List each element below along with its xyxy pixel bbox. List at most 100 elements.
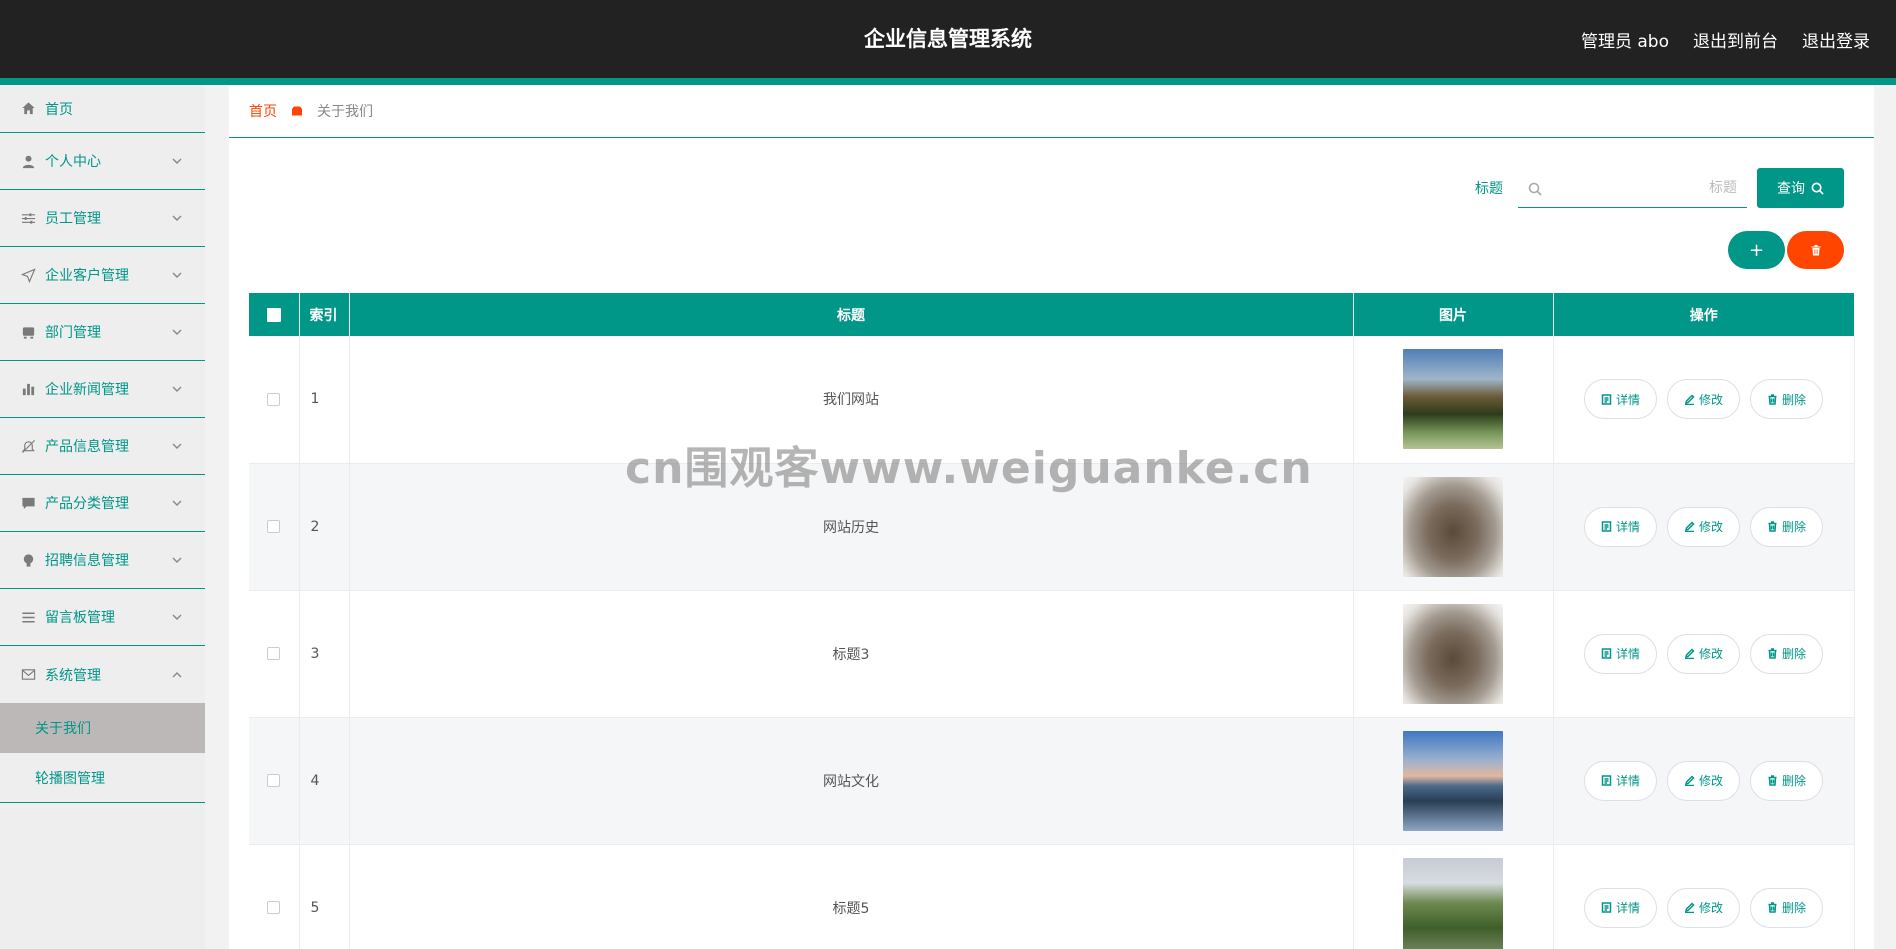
pencil-icon <box>1684 394 1695 405</box>
table-actions: + <box>1728 231 1844 269</box>
main-content: 首页 关于我们 标题 查询 + 索引 标题 图片 <box>229 85 1874 949</box>
batch-delete-button[interactable] <box>1787 231 1844 269</box>
chevron-down-icon <box>171 611 183 623</box>
delete-label: 删除 <box>1782 520 1807 534</box>
row-actions: 详情 修改 删除 <box>1553 717 1855 845</box>
document-icon <box>1601 521 1612 532</box>
row-image <box>1403 857 1503 949</box>
row-title: 网站历史 <box>349 463 1354 591</box>
delete-label: 删除 <box>1782 647 1807 661</box>
row-checkbox[interactable] <box>267 774 281 787</box>
edit-button[interactable]: 修改 <box>1666 633 1740 674</box>
delete-button[interactable]: 删除 <box>1750 633 1824 674</box>
sliders-icon <box>20 210 36 226</box>
sidebar-item-staff[interactable]: 员工管理 <box>0 190 205 247</box>
chevron-down-icon <box>171 440 183 452</box>
sidebar-item-label: 企业客户管理 <box>45 268 129 284</box>
sidebar-item-departments[interactable]: 部门管理 <box>0 304 205 361</box>
row-select-cell <box>249 463 300 591</box>
row-image <box>1403 349 1503 450</box>
add-button[interactable]: + <box>1728 231 1785 269</box>
delete-label: 删除 <box>1782 392 1807 407</box>
sidebar-item-home[interactable]: 首页 <box>0 85 205 133</box>
detail-button[interactable]: 详情 <box>1583 506 1657 547</box>
edit-label: 修改 <box>1698 774 1723 788</box>
document-icon <box>1601 648 1612 659</box>
table-header-row: 索引 标题 图片 操作 <box>249 293 1854 336</box>
delete-button[interactable]: 删除 <box>1750 760 1824 801</box>
sidebar-item-product-categories[interactable]: 产品分类管理 <box>0 475 205 532</box>
edit-button[interactable]: 修改 <box>1666 379 1740 420</box>
sidebar-item-label: 留言板管理 <box>45 610 115 626</box>
row-actions: 详情 修改 删除 <box>1553 590 1855 718</box>
list-icon <box>20 609 36 625</box>
select-all-checkbox[interactable] <box>266 307 281 322</box>
trash-icon <box>1768 521 1777 532</box>
row-select-cell <box>249 717 300 845</box>
sidebar-item-label: 首页 <box>45 101 73 118</box>
sidebar-item-label: 个人中心 <box>45 154 101 170</box>
delete-button[interactable]: 删除 <box>1750 887 1824 928</box>
pencil-icon <box>1684 521 1695 532</box>
edit-button[interactable]: 修改 <box>1666 760 1740 801</box>
row-select-cell <box>249 844 300 949</box>
trash-icon <box>1768 902 1777 913</box>
edit-button[interactable]: 修改 <box>1666 887 1740 928</box>
search-icon <box>1811 182 1824 195</box>
sidebar-item-products[interactable]: 产品信息管理 <box>0 418 205 475</box>
pencil-icon <box>1684 902 1695 913</box>
row-index: 3 <box>299 590 350 718</box>
row-checkbox[interactable] <box>267 392 281 406</box>
about-us-table: 索引 标题 图片 操作 1 我们网站 详情 修改 删除 2 网站历史 详情 修改… <box>249 293 1855 949</box>
chevron-up-icon <box>171 669 183 681</box>
row-title: 我们网站 <box>349 336 1354 464</box>
row-title: 标题3 <box>349 590 1354 718</box>
title-search-input[interactable] <box>1518 168 1747 207</box>
row-image-cell <box>1353 844 1554 949</box>
header-accent-bar <box>0 78 1896 85</box>
header-actions: 管理员 abo 退出到前台 退出登录 <box>1581 0 1870 78</box>
sidebar-item-recruitment[interactable]: 招聘信息管理 <box>0 532 205 589</box>
detail-label: 详情 <box>1615 520 1640 534</box>
logout-link[interactable]: 退出登录 <box>1802 27 1870 52</box>
table-row: 4 网站文化 详情 修改 删除 <box>249 717 1855 845</box>
row-index: 5 <box>299 844 350 949</box>
document-icon <box>1601 902 1612 913</box>
sidebar-item-customers[interactable]: 企业客户管理 <box>0 247 205 304</box>
chevron-down-icon <box>171 212 183 224</box>
row-checkbox[interactable] <box>267 901 281 914</box>
sidebar-item-message-board[interactable]: 留言板管理 <box>0 589 205 646</box>
admin-user[interactable]: 管理员 abo <box>1581 27 1669 52</box>
sidebar-subitem-about-us[interactable]: 关于我们 <box>0 703 205 753</box>
row-image <box>1403 476 1503 577</box>
delete-label: 删除 <box>1782 774 1807 788</box>
delete-button[interactable]: 删除 <box>1750 506 1824 547</box>
sidebar-item-label: 产品信息管理 <box>45 439 129 455</box>
detail-button[interactable]: 详情 <box>1583 760 1657 801</box>
mail-icon <box>20 667 36 683</box>
row-image <box>1403 730 1503 831</box>
table-row: 5 标题5 详情 修改 删除 <box>249 844 1855 949</box>
edit-label: 修改 <box>1698 901 1723 915</box>
exit-to-front-link[interactable]: 退出到前台 <box>1693 27 1778 52</box>
detail-button[interactable]: 详情 <box>1583 379 1657 420</box>
sidebar-item-label: 系统管理 <box>45 667 101 684</box>
row-checkbox[interactable] <box>267 647 281 660</box>
row-actions: 详情 修改 删除 <box>1553 463 1855 591</box>
sidebar-item-personal-center[interactable]: 个人中心 <box>0 133 205 190</box>
row-checkbox[interactable] <box>267 520 281 533</box>
box-icon <box>20 324 36 340</box>
document-icon <box>1601 394 1612 405</box>
edit-button[interactable]: 修改 <box>1666 506 1740 547</box>
breadcrumb-home[interactable]: 首页 <box>249 101 277 121</box>
detail-label: 详情 <box>1615 774 1640 788</box>
delete-button[interactable]: 删除 <box>1750 379 1824 420</box>
detail-button[interactable]: 详情 <box>1583 633 1657 674</box>
sidebar-item-news[interactable]: 企业新闻管理 <box>0 361 205 418</box>
top-header: 企业信息管理系统 管理员 abo 退出到前台 退出登录 <box>0 0 1896 78</box>
sidebar-subitem-carousel[interactable]: 轮播图管理 <box>0 753 205 803</box>
trash-icon <box>1768 775 1777 786</box>
detail-button[interactable]: 详情 <box>1583 887 1657 928</box>
sidebar-item-system[interactable]: 系统管理 <box>0 646 205 703</box>
query-button[interactable]: 查询 <box>1757 168 1844 208</box>
